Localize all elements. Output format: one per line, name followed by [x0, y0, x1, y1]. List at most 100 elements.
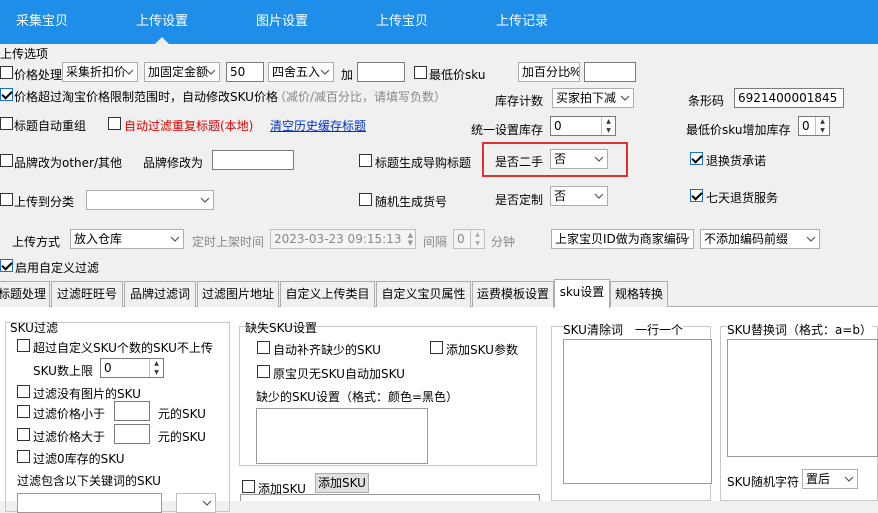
chevron-down-icon: [594, 156, 604, 162]
price-source-value: 采集折扣价: [66, 65, 127, 79]
second-hand-label: 是否二手: [495, 155, 544, 169]
price-exceed-label: 价格超过淘宝价格限制范围时，自动修改SKU价格: [14, 90, 278, 104]
add-param-label: 添加SKU参数: [446, 343, 518, 357]
unified-stock-label: 统一设置库存: [471, 123, 544, 137]
no-sku-auto-checkbox[interactable]: [257, 365, 270, 378]
sub-tab-title[interactable]: 标题处理: [0, 281, 50, 307]
clear-words-textarea[interactable]: [563, 339, 712, 484]
min-price-sku-stock-spinner[interactable]: 0 ▲ ▼: [798, 116, 830, 136]
nav-tab-upload-settings[interactable]: 上传设置: [120, 0, 204, 44]
random-char-value: 置后: [806, 472, 831, 486]
title-guide-label: 标题生成导购标题: [375, 156, 472, 170]
sub-tab-image-filter[interactable]: 过滤图片地址: [197, 281, 279, 307]
spin-down-icon[interactable]: ▼: [150, 368, 163, 377]
spin-up-icon[interactable]: ▲: [602, 117, 615, 126]
price-source-select[interactable]: 采集折扣价: [62, 62, 138, 82]
chevron-down-icon: [594, 193, 604, 199]
price-greater-input[interactable]: [114, 424, 150, 444]
rounding-value: 四舍五入: [272, 65, 321, 79]
sub-tab-custom-category[interactable]: 自定义上传类目: [280, 281, 375, 307]
sku-limit-spinner[interactable]: 0 ▲ ▼: [100, 358, 164, 378]
add-sku-checkbox[interactable]: [242, 480, 255, 493]
keyword-textarea[interactable]: [17, 493, 162, 513]
nav-tab-collect[interactable]: 采集宝贝: [0, 0, 84, 44]
zero-stock-label: 过滤0库存的SKU: [33, 452, 125, 466]
merchant-code-select[interactable]: 上家宝贝ID做为商家编码: [551, 229, 694, 249]
upload-method-select[interactable]: 放入仓库: [70, 229, 184, 249]
min-price-checkbox[interactable]: [414, 66, 427, 79]
min-price-input[interactable]: [584, 62, 636, 82]
interval-spinner[interactable]: 0 ▲ ▼: [453, 229, 485, 249]
price-exceed-checkbox[interactable]: [0, 88, 13, 101]
second-hand-select[interactable]: 否: [550, 149, 608, 169]
price-less-label: 过滤价格小于: [33, 407, 106, 421]
price-process-checkbox[interactable]: [0, 66, 13, 79]
auto-filter-title-label: 自动过滤重复标题(本地): [124, 119, 254, 133]
nav-tab-upload-log[interactable]: 上传记录: [480, 0, 564, 44]
no-image-checkbox[interactable]: [17, 385, 30, 398]
add-param-checkbox[interactable]: [430, 341, 443, 354]
auto-fill-checkbox[interactable]: [257, 341, 270, 354]
price-less-input[interactable]: [114, 401, 150, 421]
code-prefix-select[interactable]: 不添加编码前缀: [700, 229, 820, 249]
spin-up-icon[interactable]: ▲: [816, 117, 829, 126]
upload-category-select[interactable]: [86, 190, 214, 210]
price-add-mode-select[interactable]: 加固定金额: [144, 62, 220, 82]
exceed-custom-checkbox[interactable]: [17, 339, 30, 352]
sub-tab-filter-wangwang[interactable]: 过滤旺旺号: [51, 281, 123, 307]
spin-up-icon[interactable]: ▲: [471, 230, 484, 239]
missing-sku-title: 缺失SKU设置: [245, 321, 317, 335]
exchange-promise-checkbox[interactable]: [690, 152, 703, 165]
price-amount-input[interactable]: 50: [226, 62, 264, 82]
sub-tab-brand-filter[interactable]: 品牌过滤词: [124, 281, 196, 307]
minute-label: 分钟: [491, 235, 516, 249]
add-sku-button[interactable]: 添加SKU: [315, 473, 369, 493]
price-process-label: 价格处理: [14, 68, 63, 82]
calendar-spin-icon[interactable]: ▲ ▼: [408, 231, 413, 247]
unified-stock-spinner[interactable]: 0 ▲ ▼: [550, 116, 616, 136]
nav-tab-image-settings[interactable]: 图片设置: [240, 0, 324, 44]
plus-input[interactable]: [357, 62, 405, 82]
keyword-scroll-select[interactable]: [176, 493, 216, 513]
missing-setting-textarea[interactable]: [256, 408, 428, 464]
price-less-checkbox[interactable]: [17, 405, 30, 418]
sku-limit-label: SKU数上限: [33, 364, 93, 378]
price-greater-checkbox[interactable]: [17, 428, 30, 441]
spin-down-icon[interactable]: ▼: [471, 239, 484, 248]
sub-tab-sku[interactable]: sku设置: [554, 279, 610, 308]
custom-made-select[interactable]: 否: [550, 186, 608, 206]
top-nav: 采集宝贝 上传设置 图片设置 上传宝贝 上传记录: [0, 0, 878, 44]
custom-made-label: 是否定制: [495, 193, 544, 207]
rounding-select[interactable]: 四舍五入: [268, 62, 334, 82]
unified-stock-value: 0: [554, 119, 562, 133]
scheduled-datetime-input[interactable]: 2023-03-23 09:15:13 ▲ ▼: [270, 229, 416, 249]
random-char-select[interactable]: 置后: [802, 469, 858, 489]
sku-filter-title: SKU过滤: [10, 321, 58, 335]
spin-up-icon[interactable]: ▲: [150, 359, 163, 368]
replace-words-textarea[interactable]: [727, 339, 878, 457]
brand-modify-input[interactable]: [212, 150, 294, 170]
spin-down-icon[interactable]: ▼: [816, 126, 829, 135]
seven-day-checkbox[interactable]: [690, 189, 703, 202]
stock-count-value: 买家拍下减: [556, 91, 617, 105]
enable-filter-checkbox[interactable]: [0, 259, 13, 272]
barcode-input[interactable]: 6921400001845: [734, 88, 844, 108]
stock-count-select[interactable]: 买家拍下减: [552, 88, 634, 108]
upload-category-checkbox[interactable]: [0, 193, 13, 206]
clear-history-link[interactable]: 清空历史缓存标题: [270, 117, 366, 134]
nav-tab-upload-items[interactable]: 上传宝贝: [360, 0, 444, 44]
spin-down-icon[interactable]: ▼: [602, 126, 615, 135]
brand-other-checkbox[interactable]: [0, 154, 13, 167]
chevron-down-icon: [124, 69, 134, 75]
title-guide-checkbox[interactable]: [359, 154, 372, 167]
sub-tab-shipping-template[interactable]: 运费模板设置: [472, 281, 554, 307]
auto-filter-title-checkbox[interactable]: [108, 117, 121, 130]
random-code-checkbox[interactable]: [359, 193, 372, 206]
title-regroup-checkbox[interactable]: [0, 117, 13, 130]
zero-stock-checkbox[interactable]: [17, 450, 30, 463]
min-price-mode-select[interactable]: 加百分比%: [518, 62, 580, 82]
sub-tab-spec-convert[interactable]: 规格转换: [610, 281, 668, 307]
chevron-down-icon: [806, 236, 816, 242]
upload-options-legend: 上传选项: [0, 47, 49, 61]
sub-tab-custom-attrs[interactable]: 自定义宝贝属性: [376, 281, 471, 307]
